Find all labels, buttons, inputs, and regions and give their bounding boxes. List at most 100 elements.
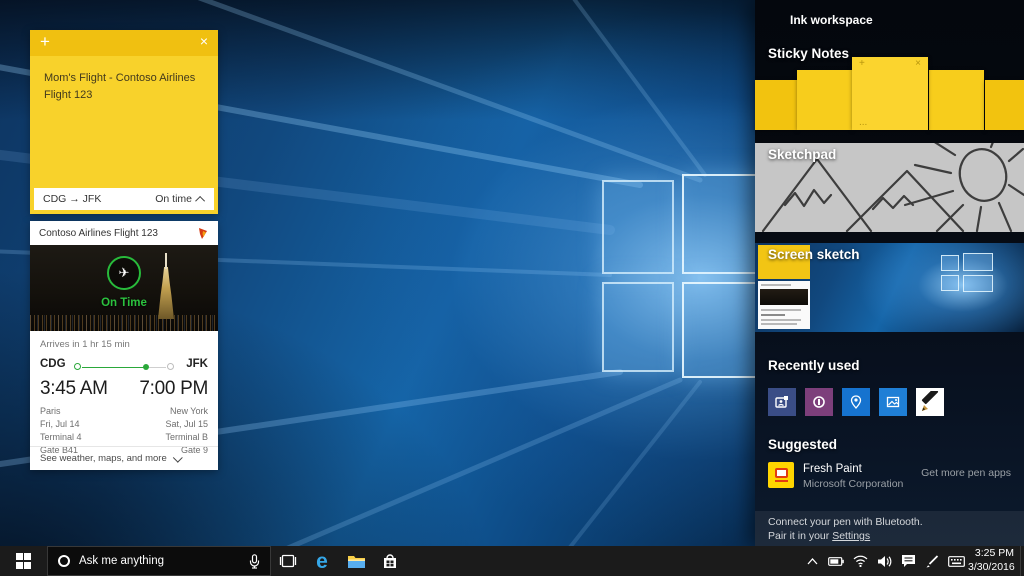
windows-logo-icon: [16, 553, 32, 569]
search-input[interactable]: Ask me anything: [79, 555, 240, 567]
building-spire: [165, 253, 167, 269]
file-explorer-button[interactable]: [339, 546, 373, 576]
battery-status[interactable]: [824, 546, 848, 576]
sticky-note-text[interactable]: Mom's Flight - Contoso Airlines Flight 1…: [44, 70, 204, 104]
on-time-badge: ✈: [107, 256, 141, 290]
contoso-airlines-logo-icon: [197, 227, 209, 240]
stylus-pen-icon: [925, 554, 940, 568]
speaker-icon: [877, 555, 892, 568]
pen-pairing-tip: Connect your pen with Bluetooth. Pair it…: [755, 511, 1024, 546]
disc-icon: [812, 395, 826, 409]
flight-card-skyline-image: ✈ On Time: [30, 245, 218, 331]
arrival-time: 7:00 PM: [139, 378, 208, 400]
sticky-note-thumb: [797, 70, 852, 130]
volume-status[interactable]: [872, 546, 896, 576]
edge-button[interactable]: e: [305, 546, 339, 576]
pen-tip-line1: Connect your pen with Bluetooth.: [768, 515, 1024, 529]
screen-sketch-section-label: Screen sketch: [768, 247, 860, 262]
flight-times-row: 3:45 AM 7:00 PM: [40, 378, 208, 400]
thumb-close-icon: ×: [915, 58, 921, 69]
departure-time: 3:45 AM: [40, 378, 108, 400]
flight-route-label: CDG → JFK: [43, 193, 101, 205]
sticky-note-thumb: [985, 80, 1024, 130]
store-button[interactable]: [373, 546, 407, 576]
thumb-add-icon: +: [859, 58, 865, 69]
clock-time: 3:25 PM: [968, 547, 1014, 561]
flight-insight-bar[interactable]: CDG → JFK On time: [34, 188, 214, 210]
start-button[interactable]: [0, 546, 47, 576]
taskbar: Ask me anything e: [0, 546, 1024, 576]
close-note-icon[interactable]: ×: [200, 33, 208, 49]
fresh-paint-logo-icon[interactable]: [768, 462, 794, 488]
sticky-note: + × Mom's Flight - Contoso Airlines Flig…: [30, 30, 218, 214]
chevron-up-icon: [807, 558, 818, 565]
flight-card: Contoso Airlines Flight 123 ✈ On Time Ar…: [30, 221, 218, 470]
pen-settings-button[interactable]: [920, 546, 944, 576]
battery-icon: [828, 557, 844, 566]
add-note-icon[interactable]: +: [40, 32, 50, 52]
people-badge-icon: [775, 395, 789, 409]
clock-date: 3/30/2016: [968, 561, 1014, 575]
sticky-note-thumb: [929, 70, 984, 130]
chevron-down-icon: [173, 453, 183, 463]
city-lights: [30, 315, 218, 331]
city-row: ParisNew York: [40, 405, 208, 418]
route-progress-row: CDG JFK: [40, 358, 208, 374]
sticky-note-thumb: + × ...: [852, 57, 928, 130]
wifi-status[interactable]: [848, 546, 872, 576]
screen-sketch-preview[interactable]: Screen sketch: [755, 243, 1024, 332]
suggested-app-name[interactable]: Fresh Paint: [803, 463, 862, 475]
see-more-link[interactable]: See weather, maps, and more: [30, 446, 218, 470]
sticky-notes-section-label: Sticky Notes: [768, 46, 849, 61]
cortana-icon: [58, 555, 70, 567]
cortana-search-box[interactable]: Ask me anything: [47, 546, 271, 576]
flight-card-header: Contoso Airlines Flight 123: [30, 221, 218, 245]
flight-details: Arrives in 1 hr 15 min CDG JFK 3:45 AM 7…: [30, 331, 218, 457]
photo-icon: [886, 395, 900, 409]
store-bag-icon: [382, 553, 398, 569]
touch-keyboard-button[interactable]: [944, 546, 968, 576]
tray-expand-button[interactable]: [800, 546, 824, 576]
app-tile-disc[interactable]: [805, 388, 833, 416]
flight-card-title: Contoso Airlines Flight 123: [39, 228, 158, 239]
ink-workspace-panel: Ink workspace Sticky Notes + × ...: [755, 0, 1024, 546]
empire-state-building: [158, 267, 174, 319]
progress-elapsed: [82, 367, 145, 369]
recently-used-label: Recently used: [768, 358, 860, 373]
settings-link[interactable]: Settings: [832, 530, 870, 542]
suggested-app-publisher: Microsoft Corporation: [803, 478, 903, 490]
get-more-pen-apps-link[interactable]: Get more pen apps: [921, 467, 1011, 479]
arrival-eta-label: Arrives in 1 hr 15 min: [40, 339, 208, 350]
action-center-icon: [901, 554, 916, 568]
action-center-button[interactable]: [896, 546, 920, 576]
wifi-icon: [853, 555, 868, 567]
sticky-notes-preview[interactable]: + × ...: [755, 0, 1024, 132]
app-tile-people[interactable]: [768, 388, 796, 416]
flight-status-label: On time: [155, 193, 205, 205]
thumb-more-icon: ...: [859, 117, 867, 128]
on-time-label: On Time: [30, 297, 218, 309]
chevron-up-icon[interactable]: [195, 195, 205, 205]
touch-keyboard-icon: [948, 556, 965, 567]
origin-point-icon: [74, 363, 81, 370]
app-tile-fresh-paint[interactable]: [916, 388, 944, 416]
pen-tip-line2: Pair it in your Settings: [768, 529, 1024, 543]
folder-icon: [347, 554, 366, 569]
show-desktop-button[interactable]: [1020, 546, 1024, 576]
origin-code: CDG: [40, 358, 66, 370]
sketchpad-preview[interactable]: Sketchpad: [755, 143, 1024, 232]
app-tile-photos[interactable]: [879, 388, 907, 416]
edge-icon: e: [316, 551, 328, 572]
flight-progress-bar: [74, 364, 174, 369]
app-tile-maps[interactable]: [842, 388, 870, 416]
task-view-button[interactable]: [271, 546, 305, 576]
microphone-icon[interactable]: [249, 554, 260, 569]
task-view-icon: [279, 554, 297, 568]
date-row: Fri, Jul 14Sat, Jul 15: [40, 418, 208, 431]
pen-icon: [919, 391, 941, 413]
recently-used-tiles: [768, 388, 944, 416]
destination-code: JFK: [186, 358, 208, 370]
destination-point-icon: [167, 363, 174, 370]
system-clock[interactable]: 3:25 PM 3/30/2016: [968, 547, 1020, 574]
sticky-note-header: [30, 30, 218, 56]
